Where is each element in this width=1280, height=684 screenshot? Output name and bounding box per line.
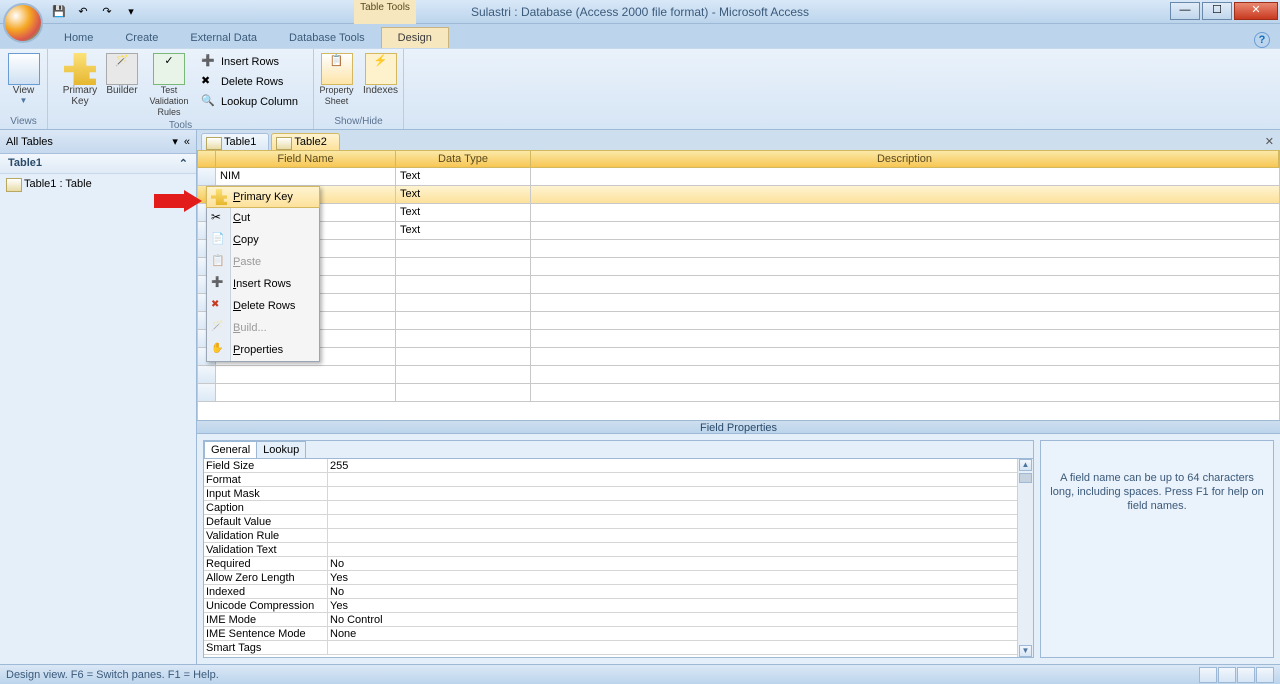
build-icon <box>211 320 227 336</box>
ctx-copy[interactable]: Copy <box>207 229 319 251</box>
group-showhide: Show/Hide <box>334 114 382 129</box>
chevron-up-icon: ⌃ <box>179 157 188 170</box>
prop-row[interactable]: Caption <box>204 501 1033 515</box>
tab-database-tools[interactable]: Database Tools <box>273 28 381 48</box>
chevron-down-icon[interactable]: ▾ <box>172 135 178 148</box>
group-views: Views <box>10 114 37 129</box>
prop-row[interactable]: Validation Text <box>204 543 1033 557</box>
view-datasheet-icon[interactable] <box>1199 667 1217 683</box>
doc-tab-table2[interactable]: Table2 <box>271 133 339 150</box>
prop-row[interactable]: IME Sentence ModeNone <box>204 627 1033 641</box>
ctx-primary-key[interactable]: Primary Key <box>206 186 320 208</box>
ins-icon <box>211 276 227 292</box>
paste-icon <box>211 254 227 270</box>
tab-home[interactable]: Home <box>48 28 109 48</box>
prop-row[interactable]: IndexedNo <box>204 585 1033 599</box>
qat-redo-icon[interactable]: ↷ <box>96 2 118 22</box>
tab-design[interactable]: Design <box>381 27 449 48</box>
primary-key-button[interactable]: Primary Key <box>59 51 101 107</box>
navpane-header[interactable]: All Tables ▾ « <box>0 130 196 154</box>
ctx-properties[interactable]: Properties <box>207 339 319 361</box>
view-button[interactable]: View▼ <box>3 51 45 105</box>
navpane-group[interactable]: Table1⌃ <box>0 154 196 174</box>
property-sheet-button[interactable]: 📋Property Sheet <box>316 51 358 107</box>
ctx-cut[interactable]: Cut <box>207 207 319 229</box>
key-icon <box>211 189 227 205</box>
qat-save-icon[interactable]: 💾 <box>48 2 70 22</box>
field-help-text: A field name can be up to 64 characters … <box>1040 440 1274 658</box>
field-properties-title: Field Properties <box>197 420 1280 434</box>
office-button[interactable] <box>3 3 43 43</box>
test-validation-button[interactable]: ✓Test Validation Rules <box>143 51 195 118</box>
view-pivottable-icon[interactable] <box>1218 667 1236 683</box>
ctx-delete-rows[interactable]: Delete Rows <box>207 295 319 317</box>
context-menu: Primary KeyCutCopyPasteInsert RowsDelete… <box>206 186 320 362</box>
builder-button[interactable]: 🪄Builder <box>103 51 141 96</box>
lookup-column-button[interactable]: 🔍Lookup Column <box>197 93 302 111</box>
minimize-button[interactable]: — <box>1170 2 1200 20</box>
prop-row[interactable]: Validation Rule <box>204 529 1033 543</box>
qat-undo-icon[interactable]: ↶ <box>72 2 94 22</box>
doc-tab-table1[interactable]: Table1 <box>201 133 269 150</box>
copy-icon <box>211 232 227 248</box>
prop-row[interactable]: IME ModeNo Control <box>204 613 1033 627</box>
ctx-build-: Build... <box>207 317 319 339</box>
prop-row[interactable]: Smart Tags <box>204 641 1033 655</box>
view-pivotchart-icon[interactable] <box>1237 667 1255 683</box>
del-icon <box>211 298 227 314</box>
help-icon[interactable]: ? <box>1254 32 1270 48</box>
annotation-arrow-icon <box>154 190 202 212</box>
prop-row[interactable]: Default Value <box>204 515 1033 529</box>
prop-row[interactable]: Allow Zero LengthYes <box>204 571 1033 585</box>
prop-row[interactable]: Unicode CompressionYes <box>204 599 1033 613</box>
window-title: Sulastri : Database (Access 2000 file fo… <box>471 5 809 19</box>
prop-tab-general[interactable]: General <box>204 441 257 458</box>
prop-tab-lookup[interactable]: Lookup <box>256 441 306 458</box>
grid-header: Field Name Data Type Description <box>197 150 1280 168</box>
prop-row[interactable]: Format <box>204 473 1033 487</box>
indexes-button[interactable]: ⚡Indexes <box>360 51 402 96</box>
qat-customize-icon[interactable]: ▾ <box>120 2 142 22</box>
view-design-icon[interactable] <box>1256 667 1274 683</box>
prop-row[interactable]: Field Size255 <box>204 459 1033 473</box>
prop-scrollbar[interactable]: ▲ ▼ <box>1017 459 1033 657</box>
delete-rows-button[interactable]: ✖Delete Rows <box>197 73 302 91</box>
contextual-tab-label: Table Tools <box>354 0 416 24</box>
status-text: Design view. F6 = Switch panes. F1 = Hel… <box>6 669 219 681</box>
insert-rows-button[interactable]: ➕Insert Rows <box>197 53 302 71</box>
shutter-collapse-icon[interactable]: « <box>184 136 190 148</box>
prop-icon <box>211 342 227 358</box>
scissors-icon <box>211 210 227 226</box>
close-tab-icon[interactable]: ✕ <box>1259 133 1280 150</box>
ctx-paste: Paste <box>207 251 319 273</box>
close-button[interactable]: ✕ <box>1234 2 1278 20</box>
tab-create[interactable]: Create <box>109 28 174 48</box>
prop-row[interactable]: RequiredNo <box>204 557 1033 571</box>
ctx-insert-rows[interactable]: Insert Rows <box>207 273 319 295</box>
design-grid[interactable]: NIMText Text Text Text <box>197 168 1280 420</box>
maximize-button[interactable]: ☐ <box>1202 2 1232 20</box>
tab-external-data[interactable]: External Data <box>174 28 273 48</box>
prop-row[interactable]: Input Mask <box>204 487 1033 501</box>
